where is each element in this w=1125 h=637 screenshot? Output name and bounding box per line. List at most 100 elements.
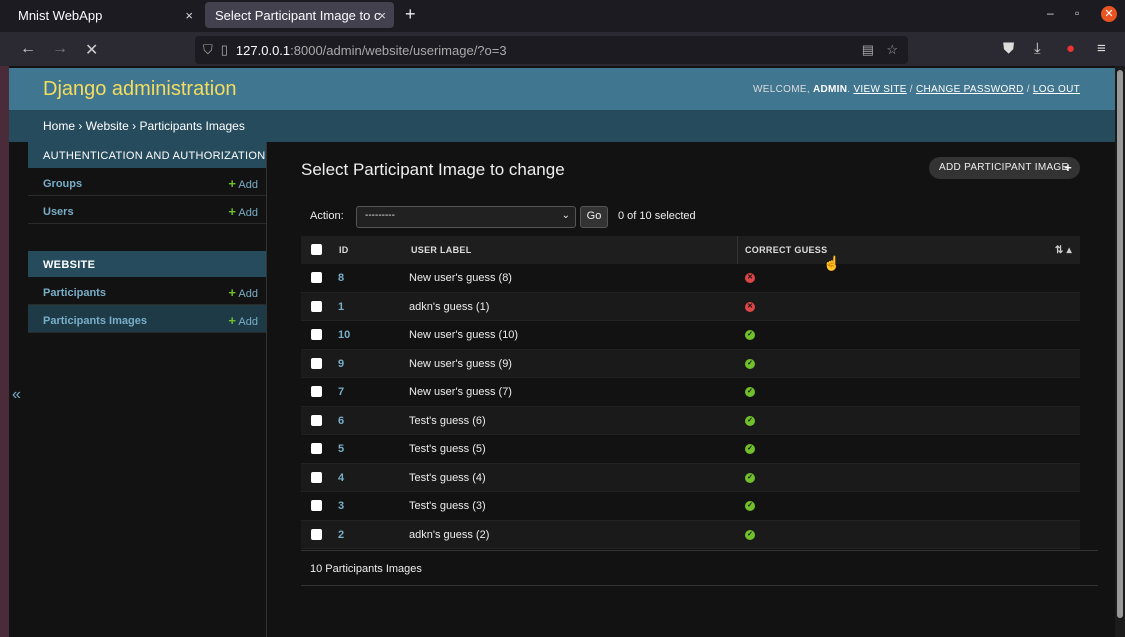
column-header-correct-guess[interactable]: CORRECT GUESS [745, 245, 827, 255]
add-participant-image-button[interactable]: ADD PARTICIPANT IMAGE + [929, 157, 1080, 179]
view-site-link[interactable]: VIEW SITE [853, 84, 906, 95]
desktop-edge [0, 66, 9, 637]
plus-icon: + [1064, 160, 1072, 175]
action-label: Action: [310, 210, 344, 222]
back-icon[interactable]: ← [20, 40, 36, 58]
row-id-link[interactable]: 8 [338, 272, 344, 284]
table-row: 7 New user's guess (7) ✓ [301, 378, 1080, 407]
row-checkbox[interactable] [311, 528, 322, 540]
pocket-icon[interactable]: ⛊ [1003, 40, 1014, 57]
select-all-checkbox[interactable] [311, 244, 322, 255]
sidebar-item-label[interactable]: Participants [43, 287, 106, 299]
url-bar[interactable]: ⛉ ▯ 127.0.0.1:8000/admin/website/userima… [195, 36, 908, 64]
add-participants-link[interactable]: + Add [228, 285, 258, 300]
tab-title: Mnist WebApp [18, 7, 103, 23]
row-checkbox[interactable] [311, 414, 322, 426]
row-checkbox[interactable] [311, 357, 322, 369]
table-header: ID USER LABEL CORRECT GUESS ⇅ ▴ [301, 236, 1080, 264]
table-row: 5 Test's guess (5) ✓ [301, 435, 1080, 464]
row-user-label: Test's guess (5) [409, 443, 486, 455]
sidebar-item-groups[interactable]: Groups + Add [28, 168, 266, 196]
row-id-link[interactable]: 3 [338, 500, 344, 512]
row-id-link[interactable]: 1 [338, 301, 344, 313]
tab-mnist-webapp[interactable]: Mnist WebApp × [8, 2, 201, 28]
shield-icon: ⛉ [203, 42, 213, 57]
breadcrumb-text[interactable]: Home › Website › Participants Images [43, 119, 245, 133]
new-tab-button[interactable]: + [405, 4, 416, 25]
row-id-link[interactable]: 6 [338, 415, 344, 427]
yes-check-icon: ✓ [745, 501, 755, 511]
reader-icon[interactable]: ▤ [862, 42, 874, 58]
module-header-auth[interactable]: AUTHENTICATION AND AUTHORIZATION [28, 142, 266, 168]
yes-check-icon: ✓ [745, 387, 755, 397]
page-icon: ▯ [220, 42, 228, 57]
row-checkbox[interactable] [311, 329, 322, 340]
change-password-link[interactable]: CHANGE PASSWORD [916, 84, 1024, 95]
log-out-link[interactable]: LOG OUT [1033, 84, 1080, 95]
mouse-cursor-icon: ☝ [823, 255, 841, 271]
row-checkbox[interactable] [311, 443, 322, 454]
row-user-label: adkn's guess (1) [409, 300, 490, 313]
nav-bar: ← → ✕ ⛉ ▯ 127.0.0.1:8000/admin/website/u… [0, 32, 1125, 66]
add-users-link[interactable]: + Add [228, 204, 258, 219]
admin-header: Django administration WELCOME, ADMIN. VI… [9, 68, 1115, 110]
maximize-icon[interactable]: ▫ [1075, 6, 1079, 20]
row-checkbox[interactable] [311, 471, 322, 483]
sidebar-item-participants-images[interactable]: Participants Images + Add [28, 305, 266, 333]
browser-chrome: Mnist WebApp × Select Participant Image … [0, 0, 1125, 66]
sidebar-item-label[interactable]: Participants Images [43, 315, 147, 327]
row-user-label: Test's guess (4) [409, 471, 486, 484]
row-id-link[interactable]: 4 [338, 472, 344, 484]
stop-icon[interactable]: ✕ [85, 40, 98, 60]
add-label: Add [238, 316, 258, 328]
row-checkbox[interactable] [311, 386, 322, 397]
go-button[interactable]: Go [580, 206, 608, 228]
row-user-label: adkn's guess (2) [409, 528, 490, 541]
plus-icon: + [228, 285, 236, 300]
sidebar-item-participants[interactable]: Participants + Add [28, 277, 266, 305]
scrollbar[interactable] [1115, 66, 1125, 637]
close-tab-icon[interactable]: × [185, 8, 193, 23]
sidebar-item-users[interactable]: Users + Add [28, 196, 266, 224]
window-close-icon[interactable]: ✕ [1101, 6, 1117, 22]
sidebar-item-label[interactable]: Groups [43, 178, 82, 190]
row-id-link[interactable]: 10 [338, 329, 350, 341]
bookmark-star-icon[interactable]: ☆ [886, 42, 898, 58]
tab-select-participant-image[interactable]: Select Participant Image to c × [205, 2, 394, 28]
row-id-link[interactable]: 2 [338, 529, 344, 541]
yes-check-icon: ✓ [745, 415, 755, 426]
yes-check-icon: ✓ [745, 444, 755, 454]
page-title: Select Participant Image to change [301, 160, 565, 179]
forward-icon[interactable]: → [52, 40, 68, 58]
breadcrumb: Home › Website › Participants Images [9, 110, 1115, 142]
tab-title: Select Participant Image to c [215, 7, 381, 23]
row-checkbox[interactable] [311, 300, 322, 312]
username: ADMIN [813, 84, 848, 95]
row-id-link[interactable]: 7 [338, 386, 344, 398]
column-header-id[interactable]: ID [339, 245, 349, 255]
row-checkbox[interactable] [311, 500, 322, 511]
add-participants-images-link[interactable]: + Add [228, 313, 258, 328]
column-header-user-label[interactable]: USER LABEL [411, 245, 472, 255]
sidebar-item-label[interactable]: Users [43, 206, 74, 218]
download-icon[interactable]: ⤓ [1034, 40, 1041, 57]
scrollbar-thumb[interactable] [1117, 70, 1123, 618]
collapse-sidebar-button[interactable]: « [12, 386, 21, 404]
welcome-text: WELCOME, [753, 84, 810, 95]
extension-icon[interactable]: ● [1066, 40, 1075, 57]
add-label: Add [238, 207, 258, 219]
minimize-icon[interactable]: – [1047, 6, 1054, 20]
row-checkbox[interactable] [311, 272, 322, 283]
action-select[interactable]: --------- ⌄ [356, 206, 576, 228]
close-tab-icon[interactable]: × [378, 8, 386, 23]
add-groups-link[interactable]: + Add [228, 176, 258, 191]
row-id-link[interactable]: 5 [338, 443, 344, 455]
module-header-website[interactable]: WEBSITE [28, 251, 266, 277]
url-host: 127.0.0.1 [235, 42, 291, 58]
site-brand[interactable]: Django administration [43, 78, 236, 101]
row-id-link[interactable]: 9 [338, 358, 344, 370]
menu-icon[interactable]: ≡ [1097, 40, 1106, 57]
table-row: 6 Test's guess (6) ✓ [301, 406, 1080, 435]
add-button-label: ADD PARTICIPANT IMAGE [939, 162, 1069, 173]
sort-toggle-icon[interactable]: ⇅ ▴ [1055, 245, 1072, 256]
